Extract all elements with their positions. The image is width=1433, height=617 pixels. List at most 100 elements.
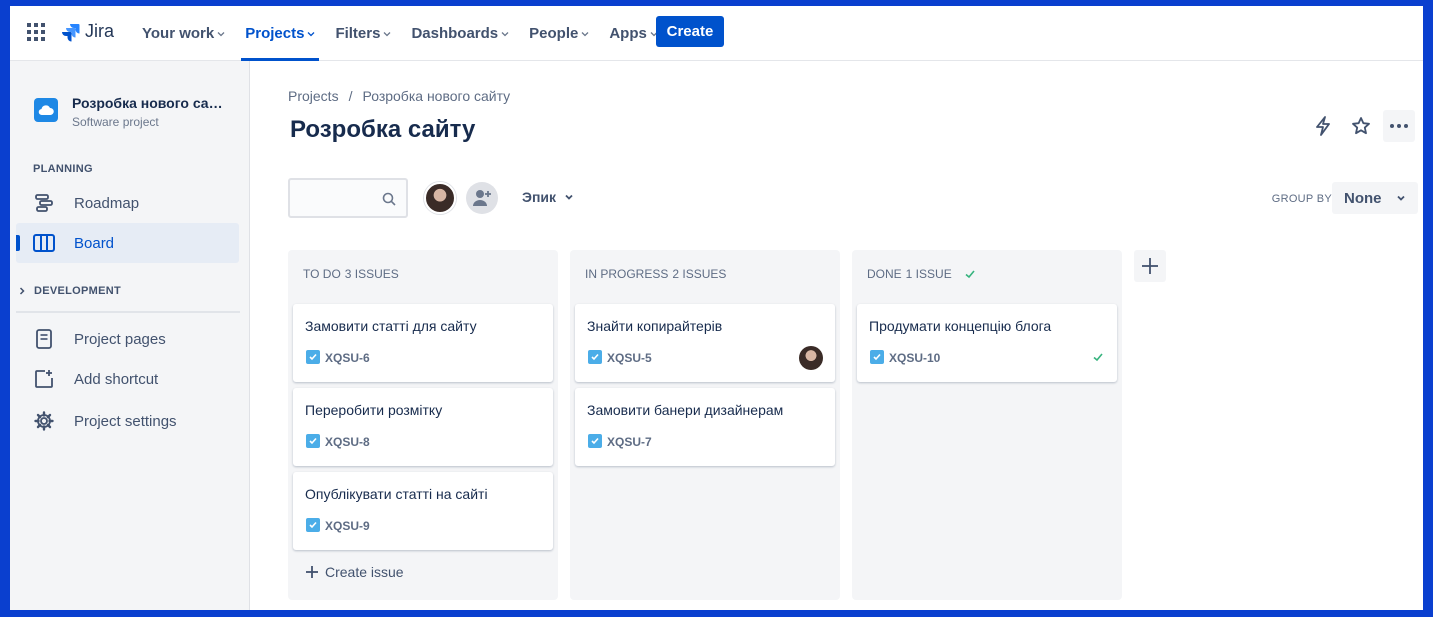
nav-dashboards[interactable]: Dashboards	[401, 6, 519, 61]
column-header[interactable]: TO DO 3 ISSUES	[303, 267, 399, 281]
nav-your-work-label: Your work	[142, 25, 215, 42]
nav-people[interactable]: People	[519, 6, 599, 61]
gear-icon	[33, 410, 55, 432]
add-person-icon	[473, 190, 491, 206]
jira-window: Jira Your work Projects Filters Dashboar…	[10, 6, 1423, 610]
column-name: DONE	[867, 267, 902, 281]
sidebar-divider	[16, 311, 240, 313]
column-done: DONE 1 ISSUE Продумати концепцію блога X…	[852, 250, 1122, 600]
project-avatar	[34, 98, 58, 122]
nav-projects[interactable]: Projects	[235, 6, 325, 61]
jira-logo-text: Jira	[85, 21, 115, 41]
chevron-down-icon	[217, 31, 225, 36]
issue-key[interactable]: XQSU-7	[607, 435, 652, 449]
issue-key[interactable]: XQSU-9	[325, 519, 370, 533]
nav-filters-label: Filters	[335, 25, 381, 42]
nav-people-label: People	[529, 25, 579, 42]
user-avatar-filter[interactable]	[424, 182, 456, 214]
sidebar-item-add-shortcut[interactable]: Add shortcut	[16, 359, 239, 399]
issue-key[interactable]: XQSU-6	[325, 351, 370, 365]
create-button[interactable]: Create	[656, 16, 724, 47]
issue-key[interactable]: XQSU-8	[325, 435, 370, 449]
chevron-down-icon	[1396, 195, 1405, 201]
column-header[interactable]: DONE 1 ISSUE	[867, 267, 976, 281]
chevron-down-icon	[501, 31, 509, 36]
sidebar-item-roadmap[interactable]: Roadmap	[16, 183, 239, 223]
cloud-icon	[38, 105, 54, 116]
assignee-avatar[interactable]	[799, 346, 823, 370]
star-button[interactable]	[1345, 110, 1377, 142]
project-name: Розробка нового сайту	[72, 95, 228, 111]
issue-card[interactable]: Опублікувати статті на сайті XQSU-9	[293, 472, 553, 550]
sidebar-item-project-pages-label: Project pages	[74, 330, 166, 348]
issue-key[interactable]: XQSU-10	[889, 351, 940, 365]
issue-title: Замовити статті для сайту	[305, 318, 477, 334]
issue-title: Переробити розмітку	[305, 402, 443, 418]
board-icon	[33, 232, 55, 254]
nav-dashboards-label: Dashboards	[411, 25, 499, 42]
group-by-value: None	[1344, 189, 1382, 207]
more-actions-button[interactable]	[1383, 110, 1415, 142]
search-input[interactable]	[288, 178, 408, 218]
create-issue-button[interactable]: Create issue	[305, 564, 404, 580]
planning-section-label: PLANNING	[33, 163, 93, 175]
lightning-icon	[1316, 116, 1330, 136]
breadcrumb: Projects / Розробка нового сайту	[288, 88, 510, 104]
nav-filters[interactable]: Filters	[325, 6, 401, 61]
chevron-down-icon	[581, 31, 589, 36]
nav-your-work[interactable]: Your work	[132, 6, 235, 61]
check-icon	[965, 270, 975, 279]
add-shortcut-icon	[33, 368, 55, 390]
chevron-right-icon	[19, 287, 25, 295]
task-type-icon	[306, 350, 320, 364]
column-in-progress: IN PROGRESS 2 ISSUES Знайти копирайтерів…	[570, 250, 840, 600]
task-type-icon	[306, 518, 320, 532]
sidebar-item-board-label: Board	[74, 234, 115, 252]
jira-logo-icon	[62, 23, 80, 41]
add-people-button[interactable]	[466, 182, 498, 214]
breadcrumb-projects[interactable]: Projects	[288, 88, 339, 104]
column-count: 2 ISSUES	[672, 267, 727, 281]
search-icon	[382, 192, 396, 206]
development-section[interactable]: DEVELOPMENT	[18, 285, 121, 297]
sidebar-item-board[interactable]: Board	[16, 223, 239, 263]
sidebar-item-add-shortcut-label: Add shortcut	[74, 370, 159, 388]
issue-card[interactable]: Переробити розмітку XQSU-8	[293, 388, 553, 466]
task-type-icon	[870, 350, 884, 364]
issue-title: Замовити банери дизайнерам	[587, 402, 784, 418]
breadcrumb-separator: /	[348, 88, 353, 104]
create-issue-label: Create issue	[325, 564, 404, 580]
task-type-icon	[588, 350, 602, 364]
plus-icon	[1142, 258, 1158, 274]
plus-icon	[306, 566, 318, 578]
board-actions	[1307, 110, 1415, 142]
jira-logo[interactable]: Jira	[60, 21, 114, 42]
chevron-down-icon	[383, 31, 391, 36]
group-by-dropdown[interactable]: None	[1332, 182, 1418, 214]
sidebar-item-project-pages[interactable]: Project pages	[16, 319, 239, 359]
issue-card[interactable]: Продумати концепцію блога XQSU-10	[857, 304, 1117, 382]
column-header[interactable]: IN PROGRESS 2 ISSUES	[585, 267, 726, 281]
column-todo: TO DO 3 ISSUES Замовити статті для сайту…	[288, 250, 558, 600]
issue-card[interactable]: Знайти копирайтерів XQSU-5	[575, 304, 835, 382]
epic-filter-dropdown[interactable]: Эпик	[522, 189, 574, 205]
check-icon	[1093, 353, 1103, 362]
column-name: IN PROGRESS	[585, 267, 669, 281]
sidebar-item-project-settings[interactable]: Project settings	[16, 401, 239, 441]
board-toolbar: Эпик GROUP BY None	[288, 178, 1418, 218]
breadcrumb-project[interactable]: Розробка нового сайту	[362, 88, 510, 104]
issue-card[interactable]: Замовити статті для сайту XQSU-6	[293, 304, 553, 382]
automation-button[interactable]	[1307, 110, 1339, 142]
app-switcher-icon[interactable]	[27, 23, 45, 41]
sidebar-item-project-settings-label: Project settings	[74, 412, 177, 430]
project-header[interactable]: Розробка нового сайту Software project	[34, 95, 228, 129]
task-type-icon	[588, 434, 602, 448]
issue-card[interactable]: Замовити банери дизайнерам XQSU-7	[575, 388, 835, 466]
add-column-button[interactable]	[1134, 250, 1166, 282]
chevron-down-icon	[307, 31, 315, 36]
sidebar-item-roadmap-label: Roadmap	[74, 194, 140, 212]
column-name: TO DO	[303, 267, 341, 281]
roadmap-icon	[33, 192, 55, 214]
issue-key[interactable]: XQSU-5	[607, 351, 652, 365]
top-navigation: Jira Your work Projects Filters Dashboar…	[10, 6, 1423, 61]
